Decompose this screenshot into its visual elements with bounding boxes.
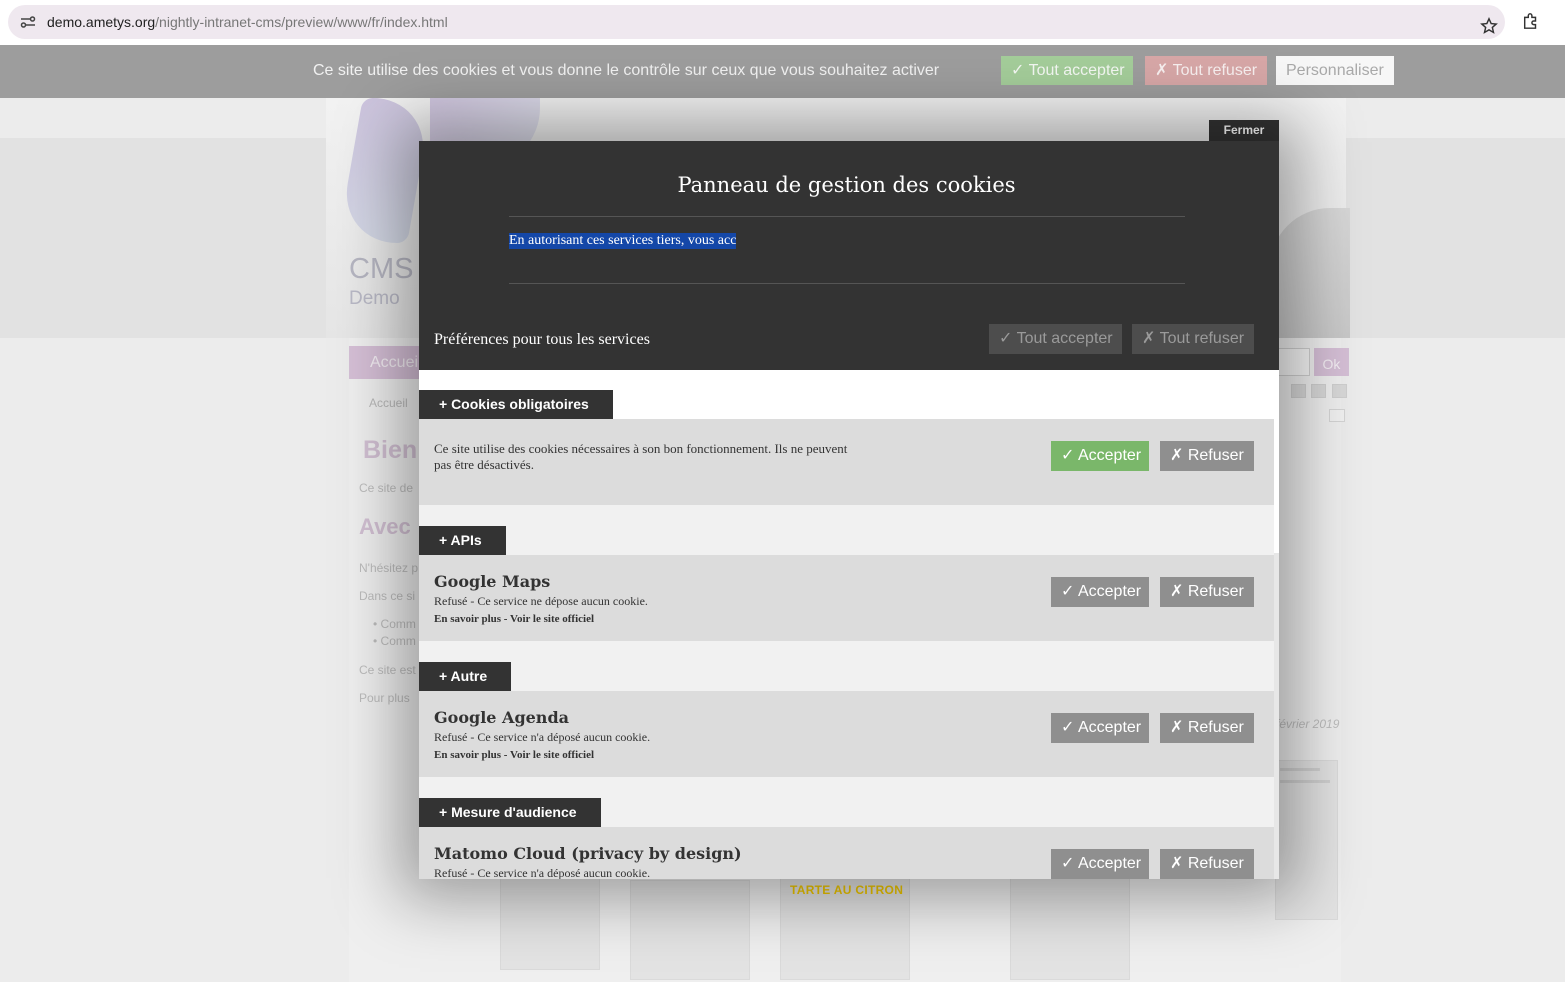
url-domain: demo.ametys.org (47, 14, 156, 30)
category-panel-mandatory: Ce site utilise des cookies nécessaires … (419, 419, 1274, 505)
panel-accept-all-button[interactable]: ✓ Tout accepter (989, 324, 1122, 354)
url-text[interactable]: demo.ametys.org/nightly-intranet-cms/pre… (47, 14, 448, 30)
service-name: Google Agenda (434, 708, 569, 727)
list-item: • Comm (373, 634, 416, 648)
list-item: • Comm (373, 617, 416, 631)
google-maps-refuse-button[interactable]: ✗ Refuser (1160, 577, 1254, 607)
divider (509, 283, 1185, 284)
service-links[interactable]: En savoir plus - Voir le site officiel (434, 749, 594, 761)
service-name: Matomo Cloud (privacy by design) (434, 844, 742, 863)
mail-icon[interactable] (1329, 409, 1345, 422)
body-text: Ce site de (359, 481, 414, 495)
extensions-icon[interactable] (1522, 12, 1540, 30)
search-ok-button[interactable]: Ok (1314, 348, 1349, 376)
service-status: Refusé - Ce service n'a déposé aucun coo… (434, 730, 651, 744)
pdf-icon[interactable] (1291, 384, 1306, 398)
divider (509, 216, 1185, 217)
category-tab-audience[interactable]: + Mesure d'audience (419, 798, 601, 827)
mandatory-accept-button[interactable]: ✓ Accepter (1051, 441, 1149, 471)
category-tab-apis[interactable]: + APIs (419, 526, 506, 555)
thumbnail-line (1280, 768, 1320, 771)
google-agenda-accept-button[interactable]: ✓ Accepter (1051, 713, 1149, 743)
tarteaucitron-brand: TARTE AU CITRON (790, 883, 904, 897)
panel-scrollbar-thumb[interactable] (1274, 370, 1279, 553)
address-bar[interactable]: demo.ametys.org/nightly-intranet-cms/pre… (8, 5, 1505, 39)
banner-customize-button[interactable]: Personnaliser (1276, 56, 1394, 85)
preferences-label: Préférences pour tous les services (434, 331, 650, 348)
service-row-matomo: Matomo Cloud (privacy by design) Refusé … (419, 827, 1274, 879)
service-row-google-agenda: Google Agenda Refusé - Ce service n'a dé… (419, 691, 1274, 777)
service-links[interactable]: En savoir plus - Voir le site officiel (434, 613, 594, 625)
google-maps-accept-button[interactable]: ✓ Accepter (1051, 577, 1149, 607)
site-logo-subtitle: Demo (349, 288, 400, 309)
service-row-google-maps: Google Maps Refusé - Ce service ne dépos… (419, 555, 1274, 641)
matomo-refuse-button[interactable]: ✗ Refuser (1160, 849, 1254, 879)
modal-close-button[interactable]: Fermer (1209, 120, 1279, 141)
body-text: Ce site est (359, 663, 416, 677)
mandatory-refuse-button[interactable]: ✗ Refuser (1160, 441, 1254, 471)
thumbnail[interactable] (1275, 760, 1338, 920)
section-title: Avec (359, 514, 411, 539)
panel-intro-text: En autorisant ces services tiers, vous a… (509, 233, 737, 249)
search-input[interactable] (1275, 348, 1310, 376)
cookie-banner: Ce site utilise des cookies et vous donn… (0, 45, 1565, 98)
site-info-icon[interactable] (20, 14, 36, 30)
breadcrumb[interactable]: Accueil (369, 396, 408, 410)
browser-toolbar: demo.ametys.org/nightly-intranet-cms/pre… (0, 0, 1565, 45)
banner-accept-all-button[interactable]: ✓ Tout accepter (1001, 56, 1133, 85)
service-status: Refusé - Ce service ne dépose aucun cook… (434, 594, 648, 608)
news-date: février 2019 (1276, 717, 1340, 731)
panel-title: Panneau de gestion des cookies (677, 173, 1016, 197)
thumbnail[interactable] (630, 880, 750, 980)
mandatory-description: Ce site utilise des cookies nécessaires … (434, 441, 848, 472)
service-name: Google Maps (434, 572, 551, 591)
banner-refuse-all-button[interactable]: ✗ Tout refuser (1145, 56, 1267, 85)
body-text: N'hésitez p (359, 561, 418, 575)
nav-home[interactable]: Accueil (349, 346, 419, 379)
service-status: Refusé - Ce service n'a déposé aucun coo… (434, 866, 651, 879)
google-agenda-refuse-button[interactable]: ✗ Refuser (1160, 713, 1254, 743)
category-tab-mandatory[interactable]: + Cookies obligatoires (419, 390, 613, 419)
matomo-accept-button[interactable]: ✓ Accepter (1051, 849, 1149, 879)
body-text: Dans ce si (359, 589, 416, 603)
panel-refuse-all-button[interactable]: ✗ Tout refuser (1132, 324, 1254, 354)
banner-text: Ce site utilise des cookies et vous donn… (313, 62, 940, 79)
body-text: Pour plus (359, 691, 410, 705)
category-tab-other[interactable]: + Autre (419, 662, 511, 691)
cookie-management-panel: Panneau de gestion des cookies En autori… (419, 141, 1279, 879)
panel-header: Panneau de gestion des cookies En autori… (419, 141, 1279, 370)
list-item-text: Comm (380, 634, 416, 648)
thumbnail[interactable] (1010, 870, 1130, 980)
page-title: Bien (363, 436, 418, 464)
list-item-text: Comm (380, 617, 416, 631)
thumbnail-line (1280, 780, 1330, 783)
url-path: /nightly-intranet-cms/preview/www/fr/ind… (155, 14, 448, 30)
print-icon[interactable] (1311, 384, 1326, 398)
site-logo: CMS (349, 253, 414, 285)
bookmark-star-icon[interactable] (1480, 17, 1498, 35)
flag-en-icon[interactable] (1332, 384, 1347, 398)
